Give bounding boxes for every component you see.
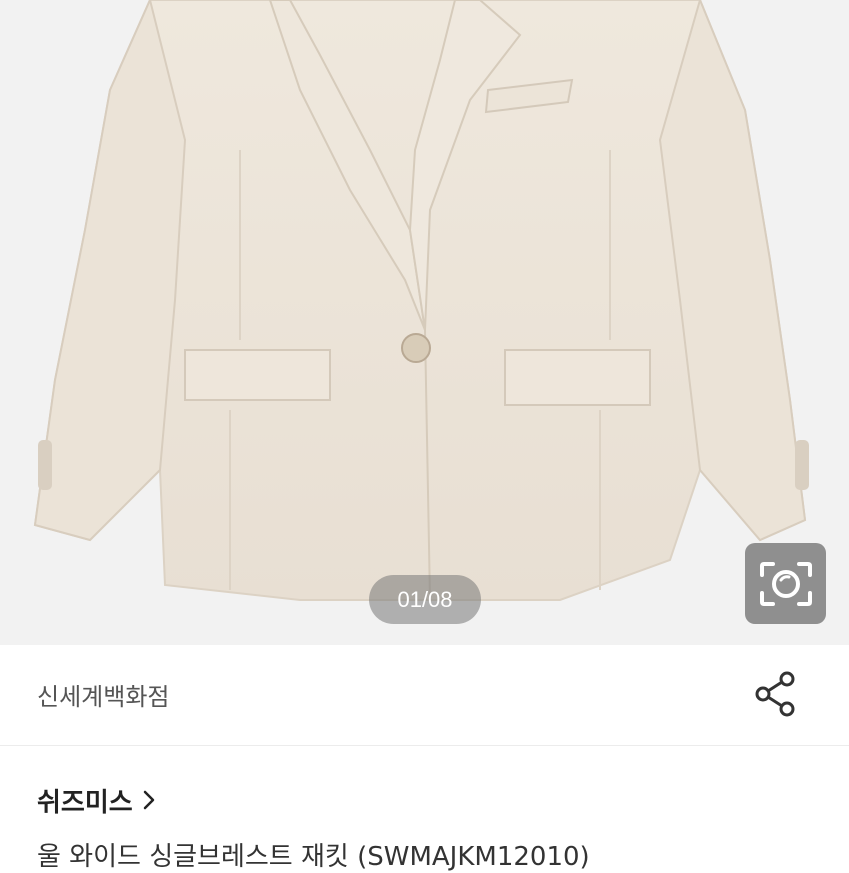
store-row: 신세계백화점 xyxy=(0,645,849,746)
brand-name: 쉬즈미스 xyxy=(37,787,133,818)
share-icon xyxy=(755,671,795,717)
camera-search-icon xyxy=(759,561,812,606)
image-search-button[interactable] xyxy=(745,543,826,624)
product-title: 울 와이드 싱글브레스트 재킷 (SWMAJKM12010) xyxy=(37,842,590,872)
store-name[interactable]: 신세계백화점 xyxy=(37,677,169,712)
image-counter: 01/08 xyxy=(369,575,481,624)
share-button[interactable] xyxy=(753,670,799,718)
product-image-gallery[interactable]: 01/08 xyxy=(0,0,849,645)
chevron-right-icon xyxy=(143,790,154,810)
brand-link[interactable]: 쉬즈미스 xyxy=(37,780,157,820)
product-image xyxy=(33,0,809,601)
